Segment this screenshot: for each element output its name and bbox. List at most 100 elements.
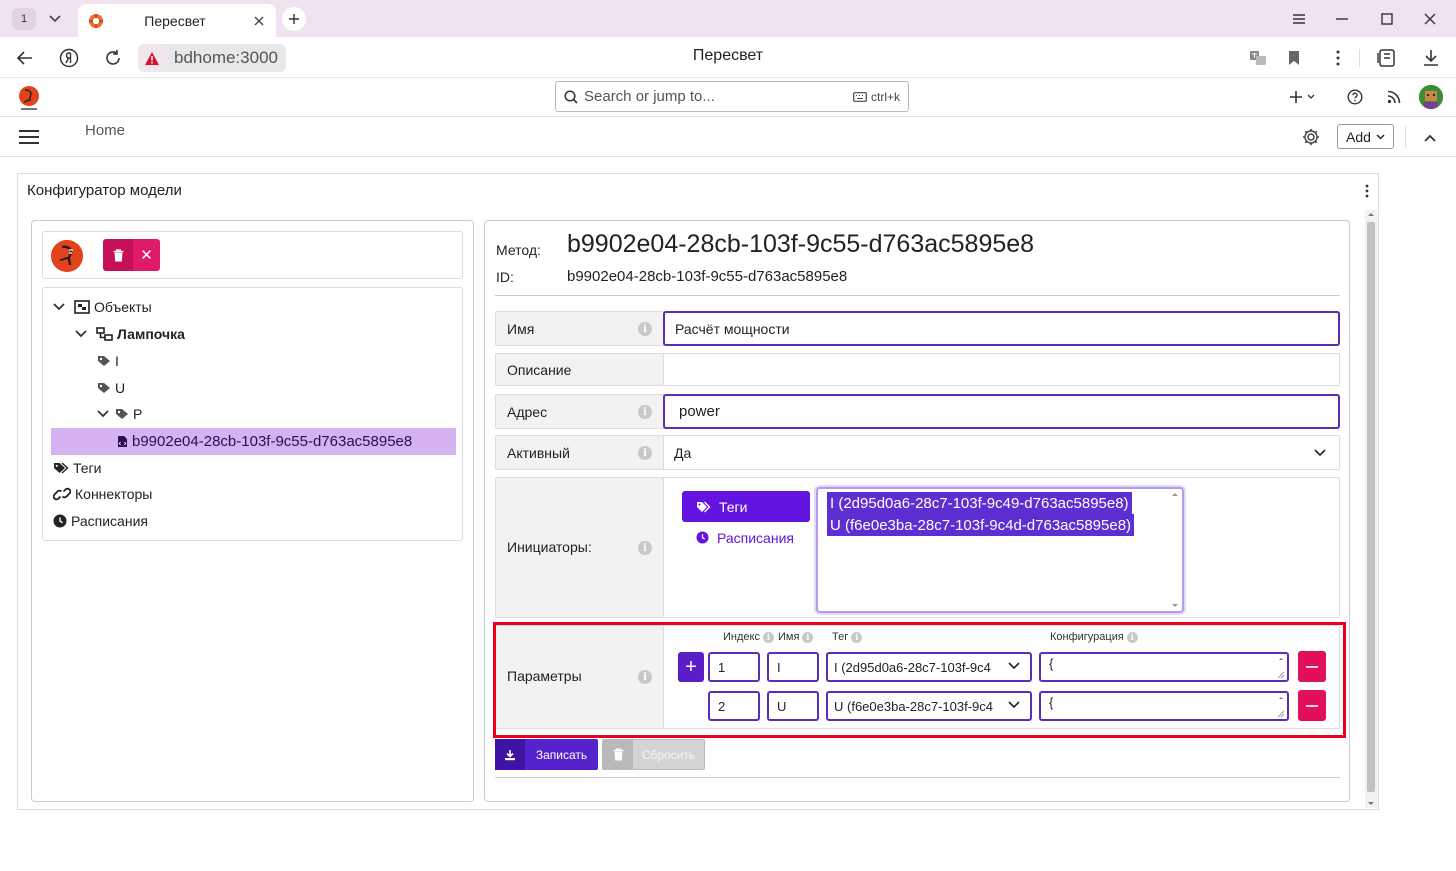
tree-node-schedules[interactable]: Расписания (53, 509, 148, 533)
chevron-down-icon (1314, 449, 1326, 457)
param-header-tag-text: Тег (832, 631, 849, 643)
user-avatar[interactable] (1419, 85, 1443, 109)
security-warning-button[interactable] (138, 44, 166, 72)
browser-menu-button[interactable] (1277, 6, 1321, 32)
info-icon[interactable]: i (638, 670, 652, 684)
info-icon[interactable]: i (638, 446, 652, 460)
active-select[interactable]: Да (664, 436, 1339, 469)
name-input[interactable] (663, 311, 1340, 346)
new-item-menu-button[interactable] (1286, 85, 1318, 109)
save-button[interactable]: Записать (495, 739, 598, 770)
search-input[interactable] (584, 88, 845, 105)
description-input[interactable] (664, 354, 1339, 385)
app-logo-icon[interactable] (16, 84, 42, 112)
bookmark-button[interactable] (1280, 44, 1308, 72)
tree-node-tag-i[interactable]: I (97, 349, 119, 373)
panel-menu-button[interactable] (1356, 180, 1378, 202)
panel-scrollbar[interactable] (1365, 210, 1377, 808)
initiator-tab-schedules-label: Расписания (717, 529, 794, 546)
initiator-option-selected[interactable]: U (f6e0e3ba-28c7-103f-9c4d-d763ac5895e8) (827, 514, 1135, 536)
chevron-down-icon[interactable] (97, 410, 109, 418)
reload-icon (106, 50, 120, 65)
resize-handle-icon[interactable] (1277, 695, 1285, 719)
window-close-button[interactable] (1408, 6, 1452, 32)
gear-icon[interactable] (1300, 126, 1322, 148)
multiselect-scrollbar[interactable] (1169, 490, 1181, 610)
tree-node-tag-u[interactable]: U (97, 376, 125, 400)
downloads-button[interactable] (1417, 44, 1445, 72)
tab-count-badge[interactable]: 1 (12, 8, 36, 30)
remove-parameter-button[interactable] (1298, 690, 1326, 721)
info-icon[interactable]: i (638, 405, 652, 419)
param-config-textarea[interactable]: { (1039, 652, 1289, 682)
collections-button[interactable] (1373, 44, 1401, 72)
add-parameter-button[interactable]: + (678, 652, 704, 682)
initiator-option-selected[interactable]: I (2d95d0a6-28c7-103f-9c49-d763ac5895e8) (827, 492, 1132, 514)
info-icon[interactable]: i (638, 541, 652, 555)
tree-node-lamp[interactable]: Лампочка (75, 322, 185, 346)
chevron-up-icon[interactable] (1420, 128, 1440, 148)
rss-button[interactable] (1384, 85, 1404, 109)
param-config-value: { (1049, 656, 1054, 671)
close-selection-button[interactable]: ✕ (133, 239, 160, 271)
add-panel-button[interactable]: Add (1337, 124, 1394, 149)
scroll-down-icon[interactable] (1367, 801, 1375, 807)
form-label-cell: Инициаторы: i (496, 478, 664, 617)
tree-node-tags[interactable]: Теги (53, 456, 101, 480)
help-button[interactable] (1345, 85, 1365, 109)
param-config-textarea[interactable]: { (1039, 691, 1289, 721)
initiator-tab-tags[interactable]: Теги (682, 491, 810, 522)
url-field[interactable]: bdhome:3000 (138, 44, 286, 72)
model-tree: Объекты Лампочка I U P b9902e04-28cb-103… (42, 287, 463, 541)
tree-node-method-selected[interactable]: b9902e04-28cb-103f-9c55-d763ac5895e8 (51, 428, 456, 455)
chevron-down-icon (1307, 94, 1315, 99)
param-index-input[interactable] (708, 652, 760, 682)
initiators-label: Инициаторы: (507, 539, 592, 555)
info-icon[interactable]: i (802, 631, 814, 643)
address-input[interactable] (663, 394, 1340, 429)
scroll-thumb[interactable] (1367, 222, 1375, 792)
param-tag-select[interactable]: U (f6e0e3ba-28c7-103f-9c4 (826, 691, 1032, 721)
more-options-button[interactable] (1324, 44, 1352, 72)
browser-addressbar: bdhome:3000 Пересвет (0, 37, 1456, 78)
reload-button[interactable] (99, 44, 127, 72)
info-icon[interactable]: i (638, 322, 652, 336)
scroll-up-icon[interactable] (1367, 211, 1375, 217)
reset-button[interactable]: Сбросить (602, 739, 705, 770)
back-button[interactable] (11, 44, 39, 72)
tree-node-objects[interactable]: Объекты (53, 295, 152, 319)
tree-node-connectors[interactable]: Коннекторы (53, 482, 152, 506)
initiator-tab-schedules[interactable]: Расписания (682, 522, 810, 553)
global-search[interactable]: ctrl+k (555, 81, 909, 112)
yandex-button[interactable] (55, 44, 83, 72)
browser-tab-active[interactable]: Пересвет (78, 4, 276, 37)
param-tag-select[interactable]: I (2d95d0a6-28c7-103f-9c4 (826, 652, 1032, 682)
tree-node-tag-p[interactable]: P (97, 402, 142, 426)
info-icon[interactable]: i (1126, 631, 1138, 643)
remove-parameter-button[interactable] (1298, 651, 1326, 682)
param-index-input[interactable] (708, 691, 760, 721)
tree-panel: ✕ Объекты Лампочка I U P b9902e04-28cb-1… (31, 220, 474, 802)
chevron-down-icon[interactable] (75, 330, 87, 338)
info-icon[interactable]: i (851, 631, 863, 643)
hamburger-menu-icon[interactable] (18, 128, 40, 146)
delete-node-button[interactable] (103, 239, 133, 271)
form-row-name: Имя i (495, 311, 1340, 346)
keyboard-icon (853, 91, 867, 102)
initiators-multiselect[interactable]: I (2d95d0a6-28c7-103f-9c49-d763ac5895e8)… (816, 487, 1184, 613)
translate-button[interactable] (1244, 44, 1272, 72)
param-name-input[interactable] (767, 691, 819, 721)
bookmark-icon (1289, 51, 1299, 65)
tree-node-label: Объекты (94, 299, 152, 315)
resize-handle-icon[interactable] (1277, 656, 1285, 680)
minimize-button[interactable] (1320, 6, 1364, 32)
param-name-input[interactable] (767, 652, 819, 682)
breadcrumb-home[interactable]: Home (85, 122, 125, 139)
chevron-down-icon[interactable] (53, 303, 65, 311)
tab-close-button[interactable] (246, 8, 272, 34)
tab-list-button[interactable] (42, 6, 68, 32)
maximize-button[interactable] (1365, 6, 1409, 32)
info-icon[interactable]: i (762, 631, 774, 643)
reset-icon-box (603, 740, 633, 769)
new-tab-button[interactable] (282, 7, 306, 31)
